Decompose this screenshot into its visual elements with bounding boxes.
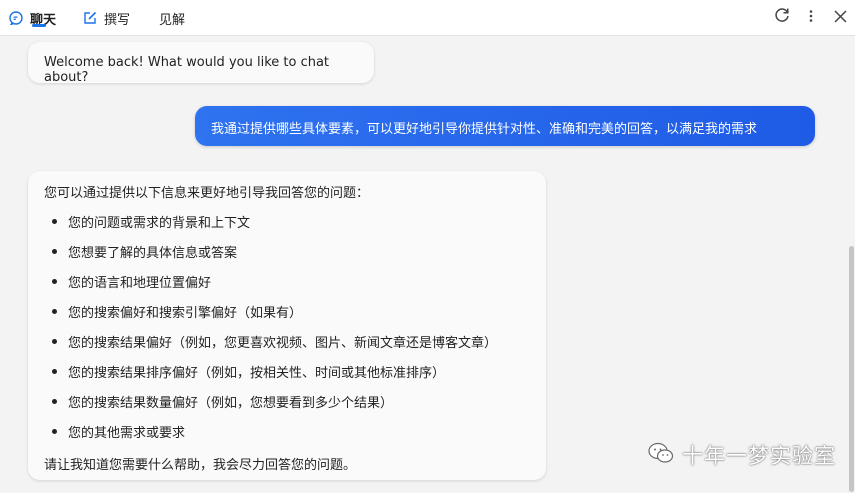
chat-bubble-icon	[8, 10, 24, 26]
tab-label: 撰写	[104, 12, 131, 28]
close-button[interactable]	[828, 2, 852, 32]
answer-outro: 请让我知道您需要什么帮助，我会尽力回答您的问题。	[44, 458, 357, 473]
close-icon	[833, 8, 847, 27]
user-message: 我通过提供哪些具体要素，可以更好地引导你提供针对性、准确和完美的回答，以满足我的…	[195, 106, 815, 146]
tab-chat[interactable]: 聊天	[8, 0, 56, 36]
welcome-text: Welcome back! What would you like to cha…	[44, 55, 330, 85]
refresh-icon	[773, 6, 791, 28]
scrollbar[interactable]	[849, 246, 854, 492]
watermark-text: 十年一梦实验室	[682, 444, 836, 468]
edit-icon	[82, 10, 98, 26]
tab-compose[interactable]: 撰写	[82, 0, 130, 36]
more-vertical-icon	[808, 8, 814, 27]
list-item: 您的其他需求或要求	[51, 422, 185, 441]
assistant-welcome-message: Welcome back! What would you like to cha…	[28, 42, 374, 85]
user-message-text: 我通过提供哪些具体要素，可以更好地引导你提供针对性、准确和完美的回答，以满足我的…	[211, 122, 758, 137]
list-item: 您的搜索结果数量偏好（例如，您想要看到多少个结果）	[51, 392, 393, 411]
watermark: 十年一梦实验室	[648, 440, 836, 470]
assistant-answer-message: 您可以通过提供以下信息来更好地引导我回答您的问题： 您的问题或需求的背景和上下文…	[28, 171, 546, 480]
tab-insights[interactable]: 见解	[159, 0, 185, 36]
answer-intro: 您可以通过提供以下信息来更好地引导我回答您的问题：	[44, 186, 370, 201]
active-tab-indicator	[32, 24, 46, 27]
list-item: 您的问题或需求的背景和上下文	[51, 212, 250, 231]
tab-label: 见解	[159, 12, 186, 28]
list-item: 您想要了解的具体信息或答案	[51, 242, 237, 261]
refresh-button[interactable]	[770, 2, 794, 32]
top-bar: 聊天 撰写 见解	[0, 0, 855, 36]
more-button[interactable]	[799, 2, 823, 32]
list-item: 您的语言和地理位置偏好	[51, 272, 211, 291]
list-item: 您的搜索结果排序偏好（例如，按相关性、时间或其他标准排序）	[51, 362, 445, 381]
list-item: 您的搜索偏好和搜索引擎偏好（如果有）	[51, 302, 302, 321]
wechat-icon	[648, 442, 674, 469]
list-item: 您的搜索结果偏好（例如，您更喜欢视频、图片、新闻文章还是博客文章）	[51, 332, 497, 351]
